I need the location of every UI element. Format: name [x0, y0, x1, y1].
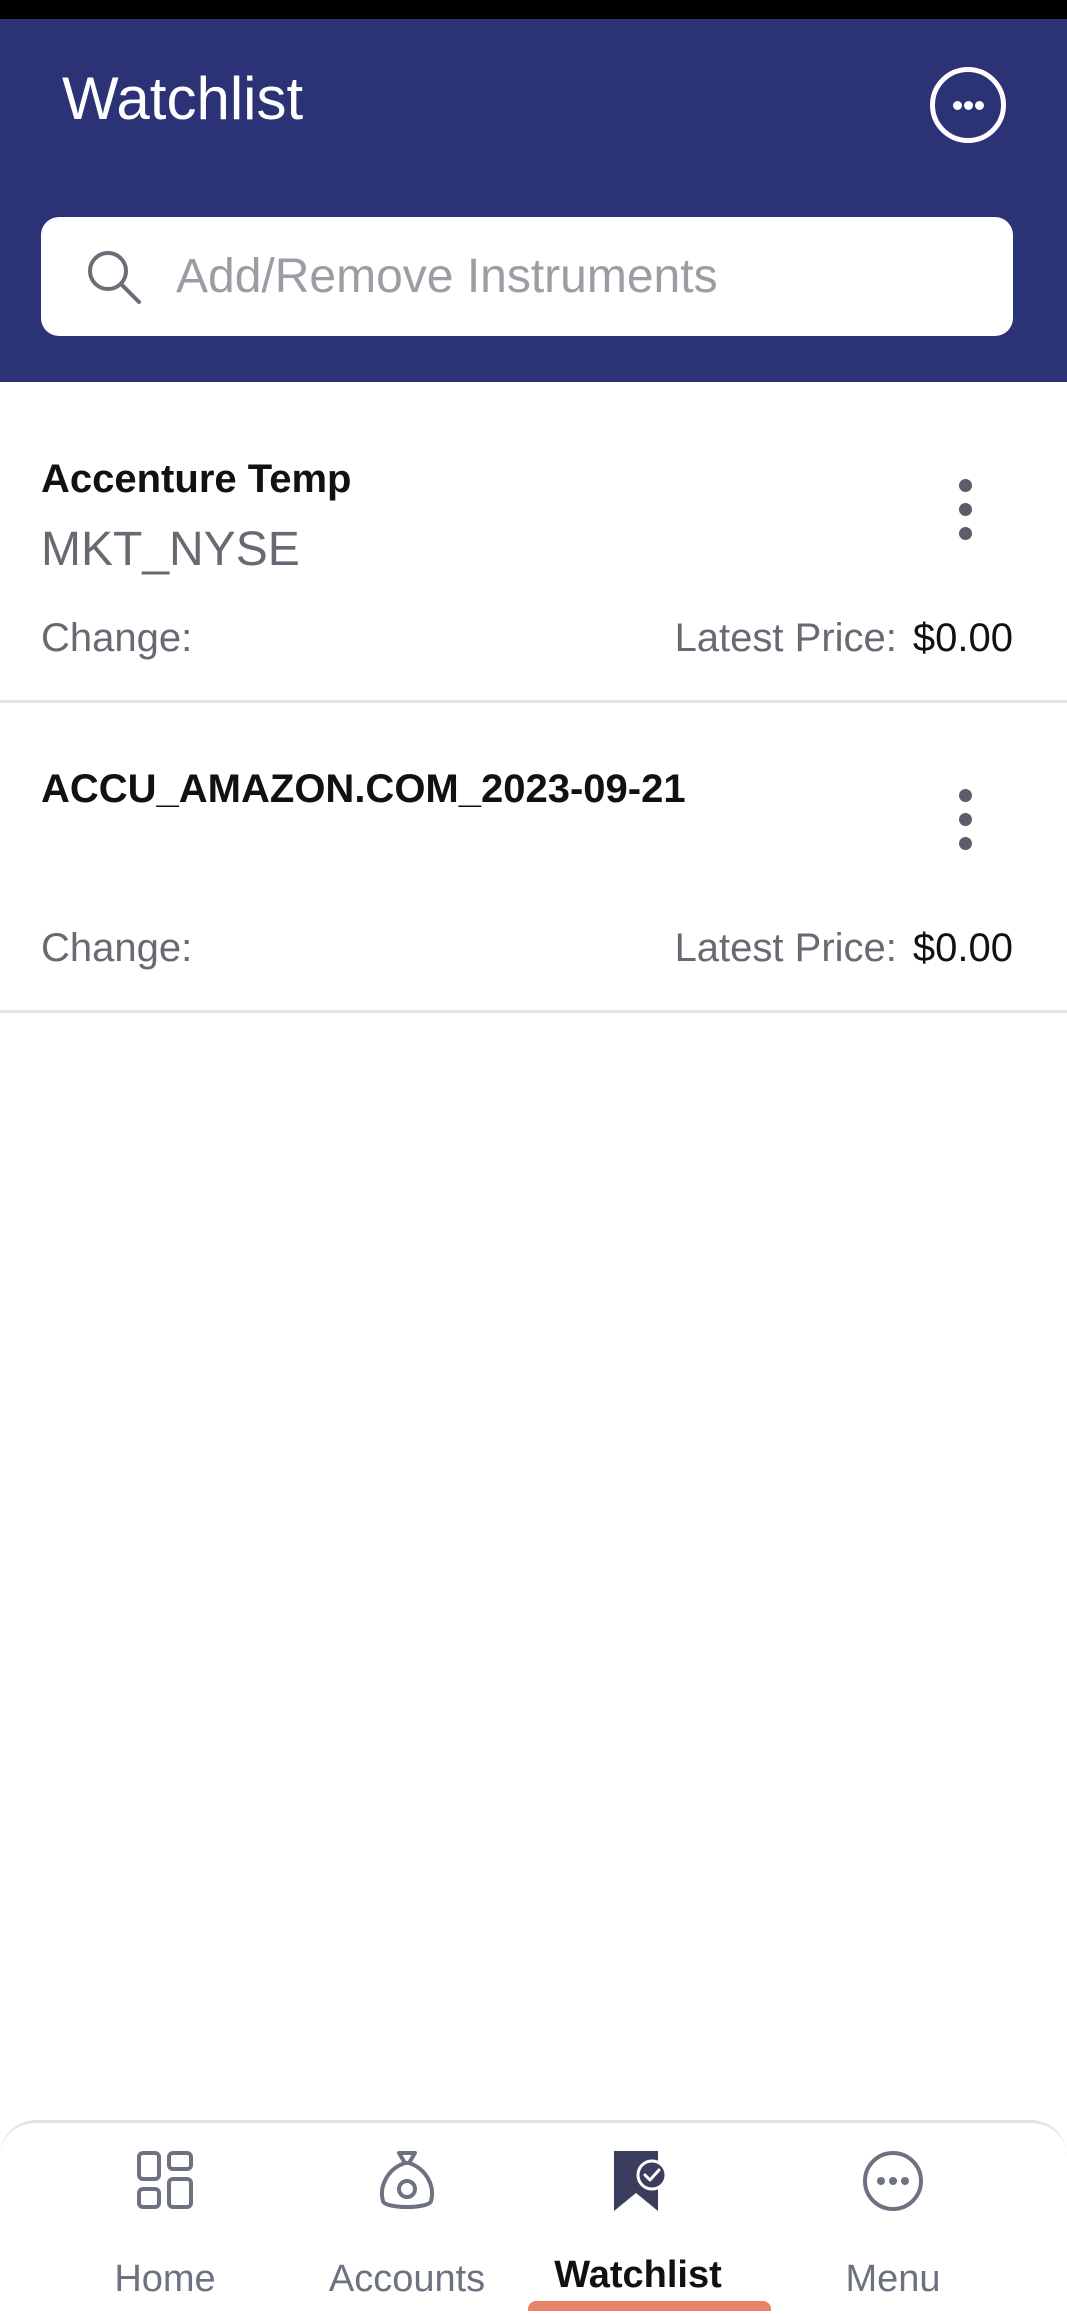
search-box[interactable]	[41, 217, 1013, 336]
page-title: Watchlist	[62, 65, 304, 132]
latest-price-label: Latest Price:	[674, 616, 897, 660]
nav-label: Accounts	[328, 2258, 486, 2300]
status-bar	[0, 0, 1067, 19]
nav-item-accounts[interactable]: Accounts	[297, 2123, 517, 2314]
nav-item-watchlist[interactable]: Watchlist	[528, 2123, 748, 2314]
nav-label: Watchlist	[554, 2254, 722, 2296]
kebab-dot-icon	[959, 479, 972, 492]
bottom-nav: Home Accounts Watchlist Menu	[0, 2120, 1067, 2311]
kebab-dot-icon	[959, 789, 972, 802]
search-icon	[88, 251, 141, 304]
watchlist-item[interactable]: ACCU_AMAZON.COM_2023-09-21 Change: Lates…	[0, 705, 1067, 1013]
nav-item-menu[interactable]: Menu	[783, 2123, 1003, 2314]
latest-price: Latest Price: $0.00	[675, 618, 1013, 658]
kebab-dot-icon	[959, 503, 972, 516]
money-bag-icon	[380, 2151, 434, 2209]
latest-price: Latest Price: $0.00	[675, 928, 1013, 968]
more-horizontal-circle-icon	[863, 2151, 923, 2211]
nav-label: Menu	[845, 2258, 941, 2300]
instrument-name: ACCU_AMAZON.COM_2023-09-21	[41, 767, 686, 811]
active-tab-indicator	[528, 2301, 771, 2311]
search-input[interactable]	[176, 217, 976, 336]
latest-price-value: $0.00	[912, 926, 1013, 970]
change-label: Change:	[41, 928, 192, 968]
kebab-dot-icon	[959, 527, 972, 540]
header: Watchlist	[0, 19, 1067, 382]
instrument-name: Accenture Temp	[41, 457, 352, 501]
item-options-button[interactable]	[940, 475, 990, 545]
change-label-text: Change:	[41, 926, 193, 970]
home-grid-icon	[137, 2151, 193, 2209]
kebab-dot-icon	[959, 813, 972, 826]
kebab-dot-icon	[959, 837, 972, 850]
item-options-button[interactable]	[940, 785, 990, 855]
bookmark-check-icon	[614, 2151, 668, 2211]
change-label: Change:	[41, 618, 192, 658]
nav-item-home[interactable]: Home	[55, 2123, 275, 2314]
instrument-market: MKT_NYSE	[41, 523, 300, 576]
more-dot-icon	[964, 101, 973, 110]
watchlist-item[interactable]: Accenture Temp MKT_NYSE Change: Latest P…	[0, 395, 1067, 703]
more-dot-icon	[953, 101, 962, 110]
latest-price-value: $0.00	[912, 616, 1013, 660]
latest-price-label: Latest Price:	[674, 926, 897, 970]
change-label-text: Change:	[41, 616, 193, 660]
more-dot-icon	[975, 101, 984, 110]
nav-label: Home	[114, 2258, 216, 2300]
more-options-button[interactable]	[930, 67, 1006, 143]
